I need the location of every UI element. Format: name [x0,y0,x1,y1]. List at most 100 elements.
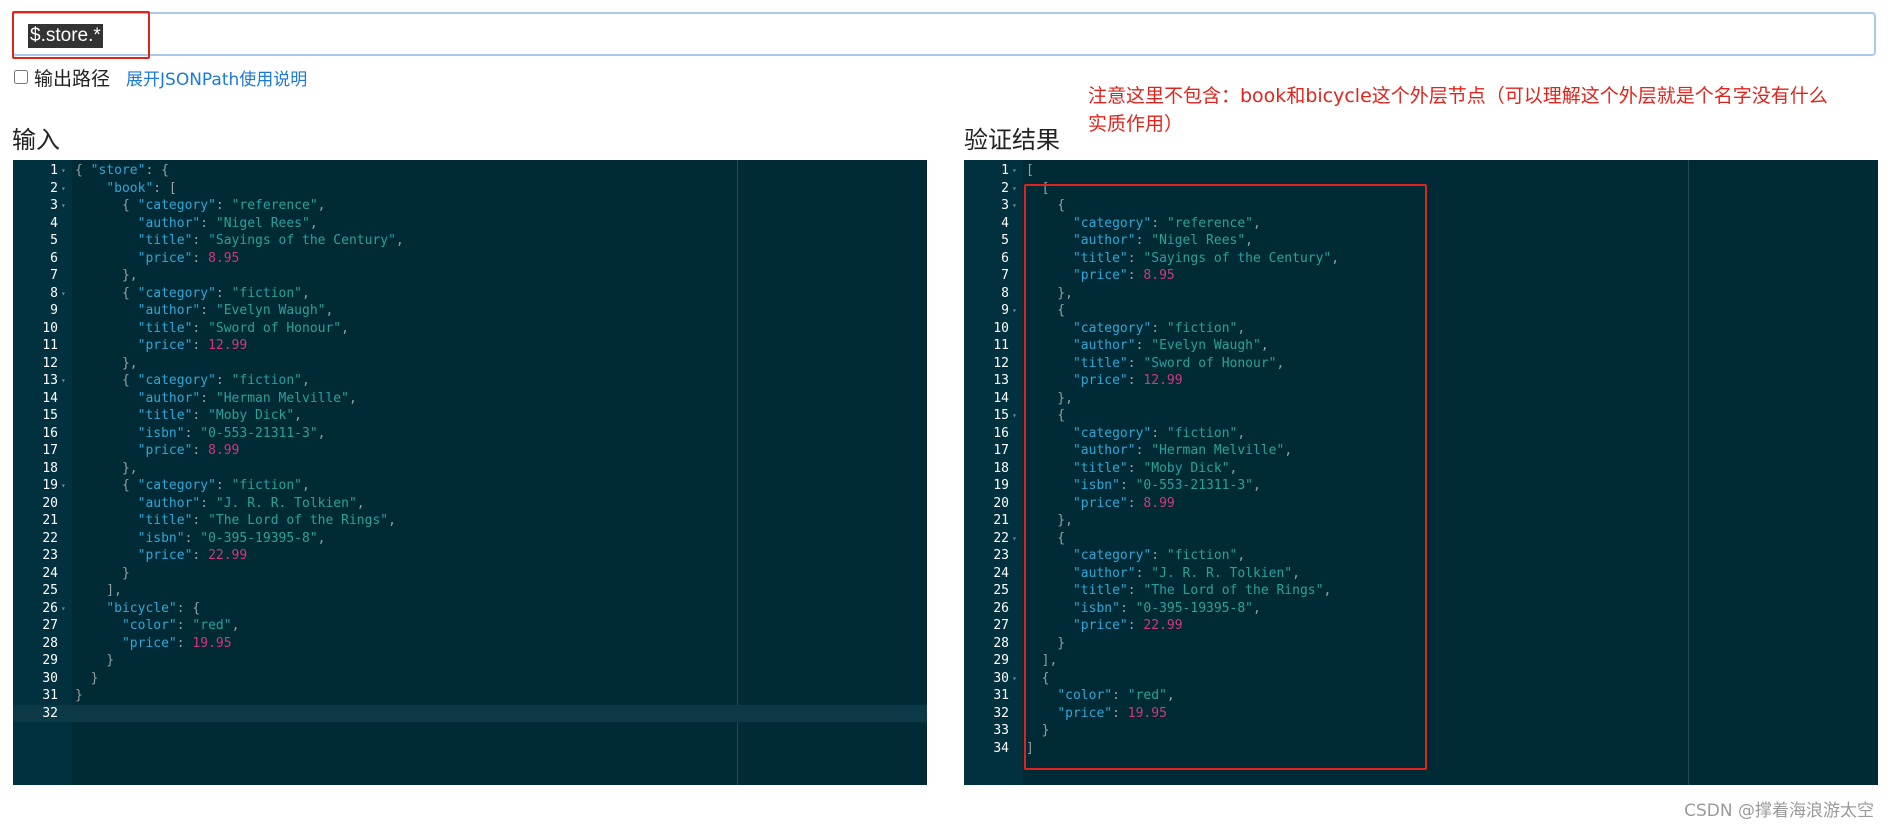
jsonpath-help-link[interactable]: 展开JSONPath使用说明 [126,65,307,90]
line-number: 31 [42,688,58,703]
fold-toggle-icon[interactable]: ▾ [61,162,71,180]
code-line[interactable]: 3 ▾ { "category": "reference", [13,197,927,215]
code-token: "Sayings of the Century" [208,233,396,248]
code-line[interactable]: 22 "isbn": "0-395-19395-8", [13,530,927,548]
code-line[interactable]: 13 ▾ { "category": "fiction", [13,372,927,390]
result-title: 验证结果 [964,126,1060,154]
code-text: "color": "red", [75,617,239,635]
line-number: 10 [42,320,58,336]
code-line[interactable]: 1 ▾{ "store": { [13,162,927,180]
line-number: 28 [42,635,58,651]
code-line[interactable]: 28 "price": 19.95 [13,635,927,653]
input-editor[interactable]: 1 ▾{ "store": {2 ▾ "book": [3 ▾ { "category… [13,160,927,785]
fold-toggle-icon[interactable]: ▾ [1012,407,1022,425]
output-path-checkbox[interactable] [14,70,28,84]
code-line[interactable]: 26 ▾ "bicycle": { [13,600,927,618]
code-token: , [348,390,357,406]
line-number: 7 [1001,268,1009,283]
code-token: , [231,618,240,633]
code-text: { "category": "fiction", [75,372,310,390]
code-line[interactable]: 10 "title": "Sword of Honour", [13,320,927,338]
code-line[interactable]: 12 }, [13,355,927,373]
code-token: "category" [137,373,216,388]
fold-toggle-icon[interactable]: ▾ [1012,162,1022,180]
code-token: : [184,530,201,546]
code-token: } [75,653,115,668]
code-token: : [215,373,232,388]
code-text: } [75,652,114,670]
line-number: 20 [42,495,58,511]
code-line[interactable]: 23 "price": 22.99 [13,547,927,565]
fold-toggle-icon[interactable]: ▾ [1012,302,1022,320]
fold-toggle-icon[interactable]: ▾ [1012,670,1022,688]
code-line[interactable]: 16 "isbn": "0-553-21311-3", [13,425,927,443]
code-token: "fiction" [231,285,303,301]
code-token: "category" [137,285,216,301]
fold-toggle-icon[interactable]: ▾ [61,197,71,215]
output-path-label[interactable]: 输出路径 [34,64,110,91]
code-line[interactable]: 31} [13,687,927,705]
line-number: 6 [50,250,58,266]
code-token: "Moby Dick" [208,408,295,423]
code-token: "reference" [231,198,318,213]
code-line[interactable]: 14 "author": "Herman Melville", [13,390,927,408]
code-line[interactable]: 8 ▾ { "category": "fiction", [13,285,927,303]
code-token: : [215,478,232,493]
fold-toggle-icon[interactable]: ▾ [1012,180,1022,198]
code-line[interactable]: 25 ], [13,582,927,600]
fold-toggle-icon[interactable]: ▾ [61,372,71,390]
code-token: , [302,285,310,301]
line-number: 5 [1001,233,1009,248]
line-number: 26 [993,600,1009,616]
code-line[interactable]: 15 "title": "Moby Dick", [13,407,927,425]
code-line[interactable]: 24 } [13,565,927,583]
code-token: "price" [137,338,193,353]
code-line[interactable]: 7 }, [13,267,927,285]
jsonpath-query-input[interactable] [12,12,1876,56]
code-line[interactable]: 5 "title": "Sayings of the Century", [13,232,927,250]
code-text: { "category": "reference", [75,197,326,215]
code-line[interactable]: 1 ▾ [ [964,162,1878,180]
code-line[interactable]: 17 "price": 8.99 [13,442,927,460]
code-token: "Nigel Rees" [215,215,310,231]
code-line[interactable]: 9 "author": "Evelyn Waugh", [13,302,927,320]
code-line[interactable]: 19 ▾ { "category": "fiction", [13,477,927,495]
line-number: 16 [993,425,1009,441]
line-number: 23 [42,548,58,563]
fold-toggle-icon[interactable]: ▾ [61,180,71,198]
code-line[interactable]: 4 "author": "Nigel Rees", [13,215,927,233]
code-text: "price": 8.99 [75,442,240,460]
fold-toggle-icon[interactable]: ▾ [61,477,71,495]
code-line[interactable]: 29 } [13,652,927,670]
fold-toggle-icon[interactable]: ▾ [1012,197,1022,215]
code-line[interactable]: 20 "author": "J. R. R. Tolkien", [13,495,927,513]
line-number: 12 [993,355,1009,371]
line-number: 8 [1001,285,1009,301]
code-line[interactable]: 21 "title": "The Lord of the Rings", [13,512,927,530]
code-line[interactable]: 2 ▾ "book": [ [13,180,927,198]
fold-toggle-icon[interactable]: ▾ [1012,530,1022,548]
code-token: : { [145,163,169,178]
code-token: "title" [137,408,193,423]
code-line[interactable]: 27 "color": "red", [13,617,927,635]
code-line[interactable]: 18 }, [13,460,927,478]
code-token: "isbn" [137,425,185,441]
fold-toggle-icon[interactable]: ▾ [61,285,71,303]
code-text: [ [1026,162,1034,180]
code-line[interactable]: 32 [13,704,927,722]
watermark: CSDN @撑着海浪游太空 [1684,801,1874,821]
fold-toggle-icon[interactable]: ▾ [61,600,71,618]
line-number: 25 [993,583,1009,598]
line-number: 19 [42,478,58,493]
code-line[interactable]: 11 "price": 12.99 [13,337,927,355]
line-number: 32 [42,705,58,721]
code-line[interactable]: 30 } [13,670,927,688]
code-token: : [ [153,180,177,196]
code-line[interactable]: 6 "price": 8.95 [13,250,927,268]
code-token: } [75,688,83,703]
